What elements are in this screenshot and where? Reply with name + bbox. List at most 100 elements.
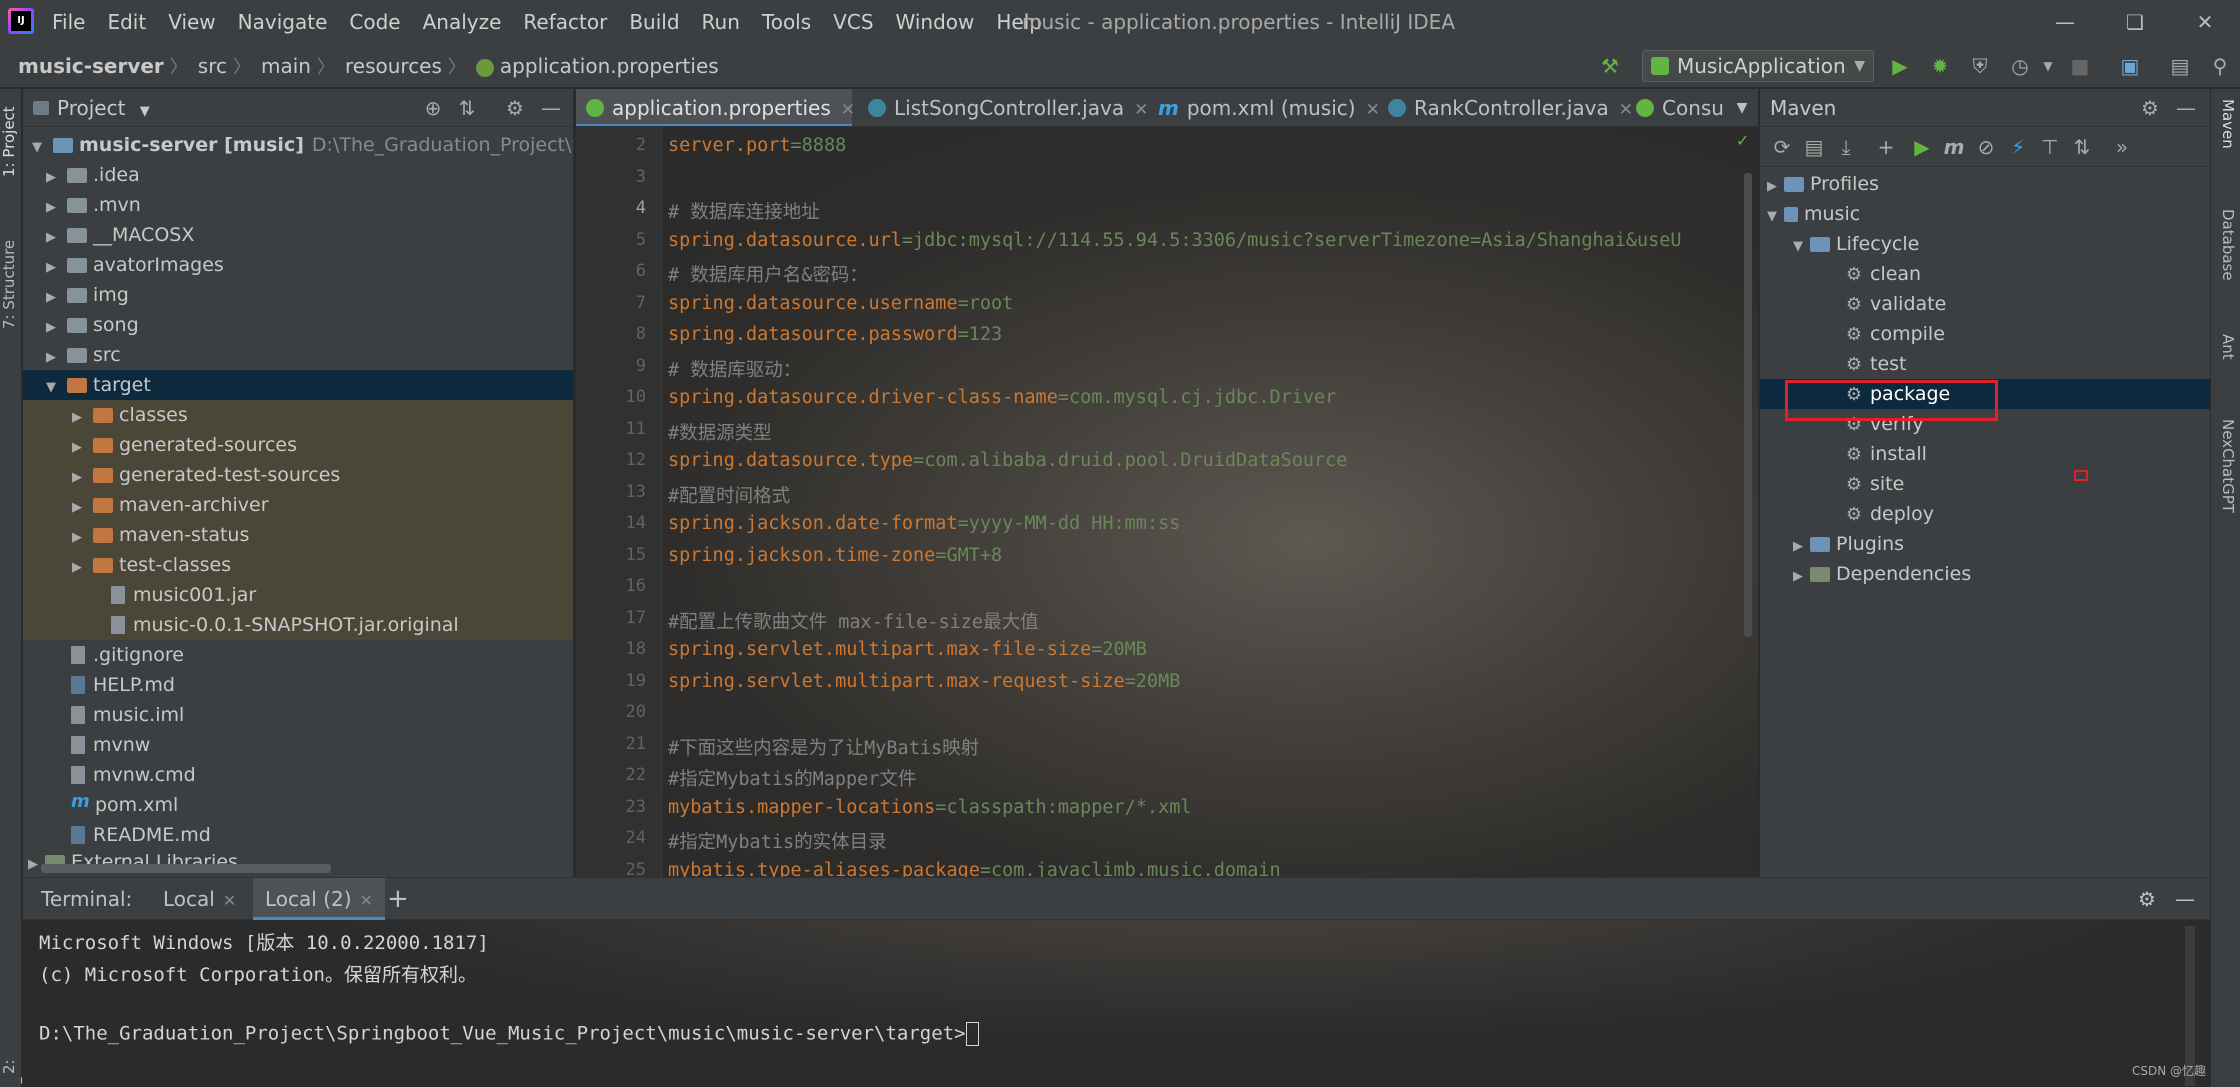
minimize-icon[interactable]: —	[2050, 8, 2080, 36]
tree-item[interactable]: music-0.0.1-SNAPSHOT.jar.original	[23, 610, 573, 640]
run-icon[interactable]: ▶	[1908, 133, 1936, 161]
tab-pom-xml[interactable]: m pom.xml (music) ✕	[1148, 89, 1380, 126]
tree-item[interactable]: mvnw	[23, 730, 573, 760]
terminal-prompt[interactable]: D:\The_Graduation_Project\Springboot_Vue…	[39, 1022, 979, 1046]
toggle-offline-icon[interactable]: ⊘	[1972, 133, 2000, 161]
skip-tests-icon[interactable]: ⚡	[2004, 133, 2032, 161]
build-hammer-icon[interactable]: ⚒	[1596, 52, 1624, 80]
generate-sources-icon[interactable]: ▤	[1800, 133, 1828, 161]
new-terminal-add-icon[interactable]: +	[387, 878, 409, 920]
menu-tools[interactable]: Tools	[762, 0, 811, 44]
tab-rankcontroller[interactable]: RankController.java ✕	[1378, 89, 1633, 126]
maven-lifecycle[interactable]: ▼ Lifecycle	[1760, 229, 2210, 259]
locate-target-icon[interactable]: ⊕	[419, 95, 447, 121]
menu-file[interactable]: File	[52, 0, 85, 44]
menu-build[interactable]: Build	[629, 0, 679, 44]
stop-icon[interactable]: ■	[2066, 52, 2094, 80]
tree-item[interactable]: HELP.md	[23, 670, 573, 700]
show-dependencies-icon[interactable]: ⊤	[2036, 133, 2064, 161]
tree-root[interactable]: ▼ music-server [music] D:\The_Graduation_P…	[23, 130, 573, 160]
tab-maven[interactable]: Maven	[2215, 99, 2237, 189]
maven-goal-compile[interactable]: ⚙ compile	[1760, 319, 2210, 349]
maven-profiles[interactable]: ▶ Profiles	[1760, 169, 2210, 199]
crumb-music-server[interactable]: music-server	[18, 54, 164, 78]
download-icon[interactable]: ⤓	[1832, 133, 1860, 161]
crumb-resources[interactable]: resources	[345, 54, 442, 78]
tab-application-properties[interactable]: application.properties ✕	[576, 89, 855, 126]
tree-item[interactable]: ▶ generated-test-sources	[23, 460, 573, 490]
tree-item[interactable]: ▶ song	[23, 310, 573, 340]
gear-icon[interactable]: ⚙	[2138, 878, 2156, 920]
maven-goal-install[interactable]: ⚙ install	[1760, 439, 2210, 469]
tab-nexchatgpt[interactable]: NexChatGPT	[2215, 419, 2237, 559]
run-configuration-select[interactable]: MusicApplication ▼	[1642, 50, 1874, 82]
collapse-all-icon[interactable]: ⇅	[453, 95, 481, 121]
menu-window[interactable]: Window	[896, 0, 975, 44]
tree-item[interactable]: ▶ img	[23, 280, 573, 310]
crumb-application-properties[interactable]: application.properties	[500, 54, 719, 78]
hide-panel-icon[interactable]: —	[537, 95, 565, 121]
menu-vcs[interactable]: VCS	[833, 0, 873, 44]
project-structure-icon[interactable]: ▣	[2116, 52, 2144, 80]
tree-item[interactable]: ▶ avatorImages	[23, 250, 573, 280]
tree-item[interactable]: music.iml	[23, 700, 573, 730]
maven-goal-validate[interactable]: ⚙ validate	[1760, 289, 2210, 319]
restore-icon[interactable]: ❏	[2120, 8, 2150, 36]
maven-goal-site[interactable]: ⚙ site	[1760, 469, 2210, 499]
profiler-icon[interactable]: ◷	[2006, 52, 2034, 80]
close-tab-icon[interactable]: ✕	[360, 891, 373, 910]
tree-item[interactable]: ▶ generated-sources	[23, 430, 573, 460]
search-icon[interactable]: ⚲	[2206, 52, 2234, 80]
close-tab-icon[interactable]: ✕	[223, 891, 236, 910]
hide-panel-icon[interactable]: —	[2175, 878, 2195, 920]
crumb-src[interactable]: src	[198, 54, 227, 78]
terminal-tab-local-2[interactable]: Local (2) ✕	[253, 878, 385, 920]
maven-goal-clean[interactable]: ⚙ clean	[1760, 259, 2210, 289]
crumb-main[interactable]: main	[261, 54, 311, 78]
maven-dependencies[interactable]: ▶ Dependencies	[1760, 559, 2210, 589]
tab-favorites[interactable]: 2: Favorites	[0, 1049, 22, 1085]
menu-refactor[interactable]: Refactor	[523, 0, 607, 44]
add-icon[interactable]: +	[1872, 133, 1900, 161]
tree-item[interactable]: pom.xml	[23, 787, 573, 820]
menu-view[interactable]: View	[168, 0, 215, 44]
tree-item[interactable]: music001.jar	[23, 580, 573, 610]
tree-item[interactable]: ▶ .idea	[23, 160, 573, 190]
menu-edit[interactable]: Edit	[107, 0, 146, 44]
maven-goal-icon[interactable]: m	[1940, 133, 1968, 161]
terminal-tab-local[interactable]: Local ✕	[153, 878, 246, 920]
tree-item[interactable]: ▶ maven-archiver	[23, 490, 573, 520]
gear-icon[interactable]: ⚙	[501, 95, 529, 121]
collapse-all-icon[interactable]: ⇅	[2068, 133, 2096, 161]
tab-database[interactable]: Database	[2215, 209, 2237, 309]
tab-structure[interactable]: 7: Structure	[0, 229, 22, 339]
hide-panel-icon[interactable]: —	[2172, 94, 2200, 122]
coverage-shield-icon[interactable]: ⛨	[1966, 52, 1994, 80]
tabs-overflow-chevron-down-icon[interactable]: ▼	[1726, 89, 1758, 126]
gear-icon[interactable]: ⚙	[2136, 94, 2164, 122]
tree-item[interactable]: ▶ classes	[23, 400, 573, 430]
maven-goal-deploy[interactable]: ⚙ deploy	[1760, 499, 2210, 529]
menu-analyze[interactable]: Analyze	[423, 0, 502, 44]
chevron-down-icon[interactable]: ▼	[2034, 52, 2062, 80]
tab-ant[interactable]: Ant	[2215, 334, 2237, 384]
horizontal-scrollbar[interactable]	[41, 864, 331, 873]
close-tab-icon[interactable]: ✕	[1134, 100, 1148, 120]
close-tab-icon[interactable]: ✕	[841, 100, 855, 120]
tree-item[interactable]: ▶ src	[23, 340, 573, 370]
vertical-scrollbar[interactable]	[1744, 173, 1752, 637]
tab-consu[interactable]: Consu	[1626, 89, 1726, 126]
run-icon[interactable]: ▶	[1886, 52, 1914, 80]
reload-icon[interactable]: ⟳	[1768, 133, 1796, 161]
tab-project[interactable]: 1: Project	[0, 97, 22, 187]
tree-item[interactable]: mvnw.cmd	[23, 760, 573, 790]
debug-bug-icon[interactable]: ✹	[1926, 52, 1954, 80]
tree-item[interactable]: ▶ test-classes	[23, 550, 573, 580]
tool-window-icon[interactable]: ▤	[2166, 52, 2194, 80]
menu-run[interactable]: Run	[702, 0, 740, 44]
maven-plugins[interactable]: ▶ Plugins	[1760, 529, 2210, 559]
tree-item-target[interactable]: ▼ target	[23, 370, 573, 400]
maven-project[interactable]: ▼ music	[1760, 199, 2210, 229]
tree-item[interactable]: ▶ maven-status	[23, 520, 573, 550]
project-view-select[interactable]: Project ▼	[57, 89, 150, 127]
